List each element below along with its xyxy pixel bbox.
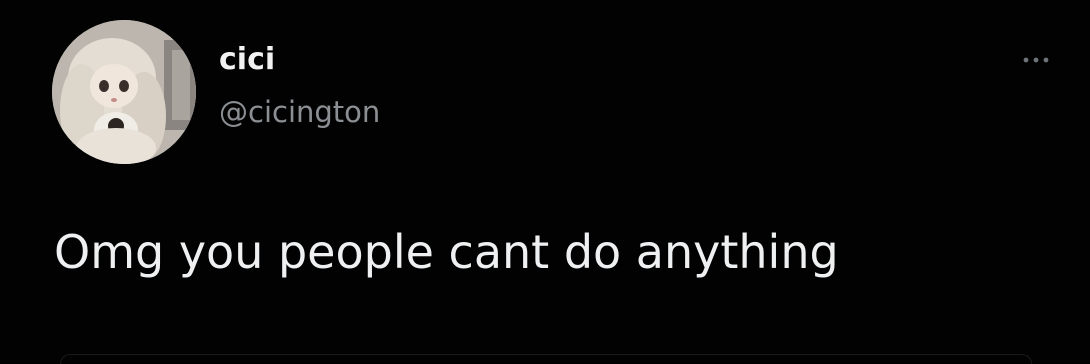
avatar[interactable] xyxy=(52,20,196,164)
display-name[interactable]: cici xyxy=(219,42,275,78)
more-options-button[interactable] xyxy=(1012,44,1060,76)
username-handle[interactable]: @cicington xyxy=(219,94,380,130)
tweet-text: Omg you people cant do anything xyxy=(54,225,839,279)
avatar-image xyxy=(52,20,196,164)
more-options-icon xyxy=(1023,57,1049,63)
tweet-card: cici @cicington Omg you people cant do a… xyxy=(0,0,1090,364)
